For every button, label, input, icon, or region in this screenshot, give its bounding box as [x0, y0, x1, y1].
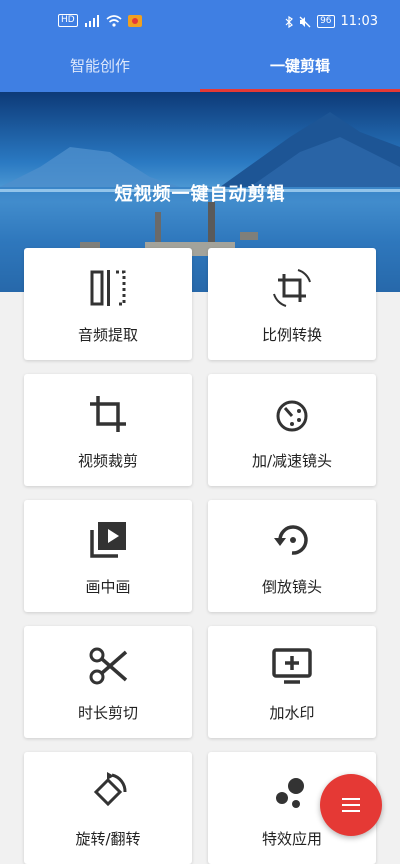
- banner-title: 短视频一键自动剪辑: [114, 184, 286, 205]
- hd-badge: HD: [58, 14, 78, 27]
- reverse-icon: [274, 525, 308, 555]
- scissors-icon: [89, 647, 128, 685]
- speed-card[interactable]: 加/减速镜头: [208, 374, 376, 486]
- crop-icon: [90, 396, 126, 432]
- duration-cut-card[interactable]: 时长剪切: [24, 626, 192, 738]
- card-label: 比例转换: [261, 326, 322, 344]
- audio-extract-icon: [90, 270, 126, 306]
- tab-one-click-edit[interactable]: 一键剪辑: [200, 44, 400, 92]
- effects-icon: [276, 778, 304, 808]
- card-label: 旋转/翻转: [75, 830, 141, 848]
- card-label: 加水印: [269, 704, 315, 722]
- signal-icon: [84, 14, 99, 27]
- watermark-icon: [272, 648, 312, 684]
- wifi-icon: [106, 14, 122, 27]
- card-label: 画中画: [85, 578, 131, 596]
- tab-bar: 智能创作 一键剪辑: [0, 44, 400, 92]
- menu-fab[interactable]: [320, 774, 382, 836]
- notification-icon: [127, 14, 142, 27]
- speed-icon: [276, 400, 308, 432]
- status-bar: HD 96 11:03: [0, 0, 400, 44]
- rotate-flip-card[interactable]: 旋转/翻转: [24, 752, 192, 864]
- bluetooth-icon: [285, 15, 294, 28]
- battery-indicator: 96: [317, 15, 335, 28]
- rotate-icon: [93, 772, 127, 807]
- mute-icon: [299, 16, 311, 27]
- clock: 11:03: [340, 14, 378, 29]
- card-label: 时长剪切: [77, 704, 138, 722]
- picture-in-picture-icon: [90, 522, 126, 558]
- tab-smart-create[interactable]: 智能创作: [0, 44, 200, 92]
- picture-in-picture-card[interactable]: 画中画: [24, 500, 192, 612]
- card-label: 加/减速镜头: [251, 452, 333, 470]
- card-label: 倒放镜头: [261, 578, 322, 596]
- reverse-card[interactable]: 倒放镜头: [208, 500, 376, 612]
- watermark-card[interactable]: 加水印: [208, 626, 376, 738]
- ratio-convert-card[interactable]: 比例转换: [208, 248, 376, 360]
- card-label: 视频裁剪: [77, 452, 138, 470]
- video-crop-card[interactable]: 视频裁剪: [24, 374, 192, 486]
- card-label: 音频提取: [77, 326, 138, 344]
- audio-extract-card[interactable]: 音频提取: [24, 248, 192, 360]
- ratio-convert-icon: [273, 269, 311, 307]
